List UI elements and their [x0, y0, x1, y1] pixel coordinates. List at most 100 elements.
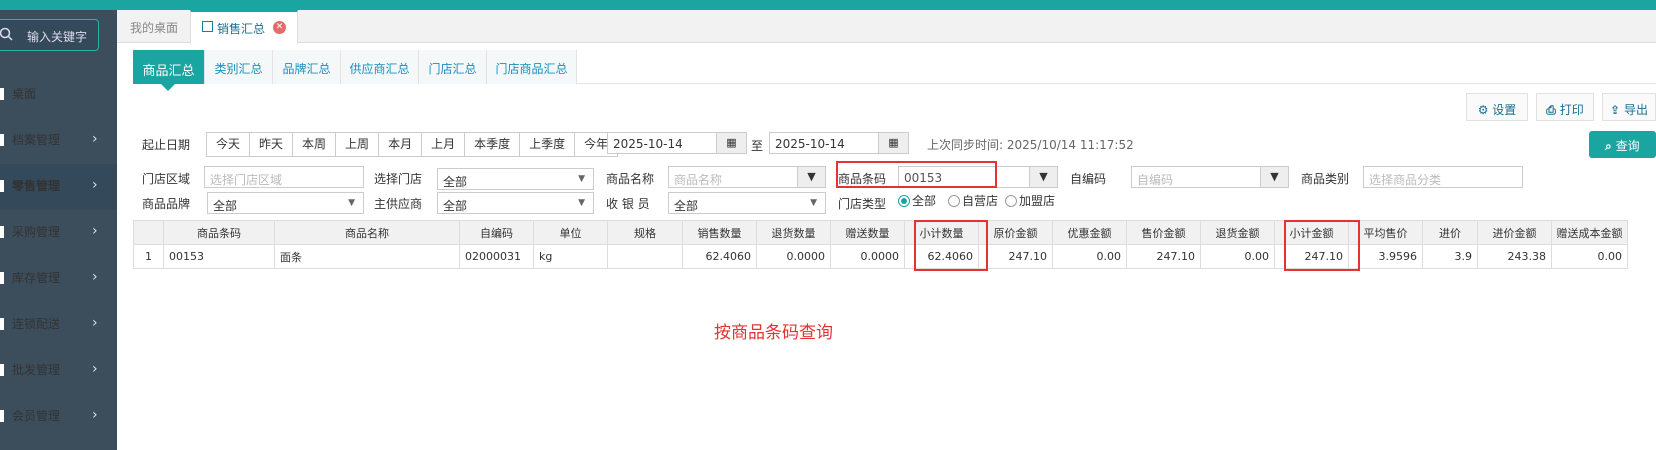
tab-store-product-summary[interactable]: 门店商品汇总: [487, 50, 577, 84]
supplier-label: 主供应商: [374, 197, 423, 211]
cell-return-qty: 0.0000: [756, 244, 831, 269]
table-row[interactable]: 1 00153 面条 02000031 kg 62.4060 0.0000 0.…: [133, 244, 1628, 269]
column-header[interactable]: 退货金额: [1200, 220, 1275, 245]
quick-date-group: 今天 昨天 本周 上周 本月 上月 本季度 上季度 今年: [206, 132, 619, 157]
quick-date-this-week[interactable]: 本周: [293, 133, 337, 156]
category-input[interactable]: 选择商品分类: [1363, 166, 1523, 188]
sidebar-search-input[interactable]: 输入关键字: [0, 19, 99, 51]
table-header-row: 商品条码 商品名称 自编码 单位 规格 销售数量 退货数量 赠送数量 小计数量 …: [133, 220, 1628, 245]
column-header[interactable]: 退货数量: [756, 220, 831, 245]
close-icon[interactable]: ✕: [273, 21, 286, 34]
chevron-right-icon: ›: [92, 361, 98, 377]
tab-product-summary[interactable]: 商品汇总: [133, 50, 205, 91]
cell-original-amount: 247.10: [978, 244, 1053, 269]
column-header[interactable]: 售价金额: [1126, 220, 1201, 245]
column-header[interactable]: 赠送成本金额: [1551, 220, 1628, 245]
filter-icon[interactable]: ▼: [797, 167, 825, 187]
column-header[interactable]: 优惠金额: [1052, 220, 1127, 245]
sidebar-item-wholesale[interactable]: 批发管理 ›: [0, 348, 117, 394]
tab-my-desktop[interactable]: 我的桌面: [117, 10, 190, 43]
store-area-input[interactable]: 选择门店区域: [204, 166, 364, 188]
select-value: 全部: [443, 199, 468, 213]
tab-label: 供应商汇总: [349, 62, 410, 76]
sidebar-item-purchase[interactable]: 采购管理 ›: [0, 210, 117, 256]
item-marker: [0, 410, 4, 422]
column-header[interactable]: 原价金额: [978, 220, 1053, 245]
top-bar: [0, 0, 1656, 10]
sidebar-item-label: 采购管理: [12, 225, 61, 239]
input-placeholder: 自编码: [1137, 173, 1174, 187]
sidebar-item-desktop[interactable]: 桌面: [0, 72, 117, 118]
cell-cost-price: 3.9: [1422, 244, 1478, 269]
sidebar-item-label: 连锁配送: [12, 317, 61, 331]
sales-summary-table: 商品条码 商品名称 自编码 单位 规格 销售数量 退货数量 赠送数量 小计数量 …: [133, 220, 1628, 269]
calendar-icon[interactable]: ▦: [878, 133, 908, 153]
quick-date-today[interactable]: 今天: [207, 133, 251, 156]
filter-icon[interactable]: ▼: [1029, 167, 1057, 187]
tab-supplier-summary[interactable]: 供应商汇总: [341, 50, 419, 84]
tab-label: 品牌汇总: [282, 62, 331, 76]
brand-dropdown[interactable]: 全部 ▼: [207, 192, 364, 214]
column-header[interactable]: 单位: [533, 220, 608, 245]
sidebar-item-label: 会员管理: [12, 409, 61, 423]
print-button[interactable]: ⎙ 打印: [1536, 93, 1594, 121]
sidebar-item-distribution[interactable]: 连锁配送 ›: [0, 302, 117, 348]
quick-date-last-quarter[interactable]: 上季度: [520, 133, 576, 156]
select-store-dropdown[interactable]: 全部 ▼: [437, 168, 594, 190]
column-header[interactable]: 商品名称: [274, 220, 460, 245]
last-sync-time: 上次同步时间: 2025/10/14 11:17:52: [927, 138, 1134, 152]
quick-date-this-month[interactable]: 本月: [379, 133, 423, 156]
store-type-all-radio[interactable]: 全部: [898, 192, 936, 209]
tab-store-summary[interactable]: 门店汇总: [419, 50, 487, 84]
radio-label: 加盟店: [1019, 194, 1056, 208]
sidebar: 输入关键字 桌面 档案管理 › 零售管理 › 采购管理 › 库存管理 › 连锁配…: [0, 10, 117, 450]
supplier-dropdown[interactable]: 全部 ▼: [437, 192, 594, 214]
column-header[interactable]: 进价金额: [1477, 220, 1552, 245]
filter-icon[interactable]: ▼: [1260, 167, 1288, 187]
quick-date-this-quarter[interactable]: 本季度: [465, 133, 521, 156]
store-type-self-radio[interactable]: 自营店: [948, 192, 998, 209]
settings-button[interactable]: ⚙ 设置: [1466, 93, 1528, 121]
product-name-input[interactable]: 商品名称 ▼: [668, 166, 826, 188]
cell-self-code: 02000031: [459, 244, 534, 269]
store-type-franchise-radio[interactable]: 加盟店: [1005, 192, 1055, 209]
query-button[interactable]: ⌕ 查询: [1589, 131, 1656, 158]
quick-date-yesterday[interactable]: 昨天: [250, 133, 294, 156]
sidebar-item-archive[interactable]: 档案管理 ›: [0, 118, 117, 164]
chevron-right-icon: ›: [92, 269, 98, 285]
row-number: 1: [133, 244, 164, 269]
gear-icon: ⚙: [1477, 103, 1489, 117]
self-code-input[interactable]: 自编码 ▼: [1131, 166, 1289, 188]
end-date-input[interactable]: 2025-10-14 ▦: [769, 132, 909, 154]
item-marker: [0, 88, 4, 100]
column-header[interactable]: 销售数量: [682, 220, 757, 245]
sidebar-item-retail[interactable]: 零售管理 ›: [0, 164, 117, 210]
tab-sales-summary[interactable]: 销售汇总 ✕: [190, 10, 298, 44]
button-label: 打印: [1559, 103, 1584, 117]
printer-icon: ⎙: [1546, 103, 1556, 117]
highlight-subtotal-amount-box: [1284, 220, 1360, 271]
column-header: [133, 220, 164, 245]
calendar-icon[interactable]: ▦: [716, 133, 746, 153]
cell-product-name: 面条: [274, 244, 460, 269]
tab-brand-summary[interactable]: 品牌汇总: [273, 50, 341, 84]
tab-category-summary[interactable]: 类别汇总: [205, 50, 273, 84]
product-name-label: 商品名称: [606, 172, 655, 186]
store-area-label: 门店区域: [142, 172, 191, 186]
column-header[interactable]: 赠送数量: [830, 220, 905, 245]
start-date-input[interactable]: 2025-10-14 ▦: [607, 132, 747, 154]
column-header[interactable]: 自编码: [459, 220, 534, 245]
export-button[interactable]: ⇪ 导出: [1602, 93, 1656, 121]
sidebar-item-member[interactable]: 会员管理 ›: [0, 394, 117, 440]
column-header[interactable]: 商品条码: [163, 220, 275, 245]
chevron-right-icon: ›: [92, 223, 98, 239]
quick-date-last-week[interactable]: 上周: [336, 133, 380, 156]
chevron-down-icon: ▼: [348, 198, 355, 208]
column-header[interactable]: 进价: [1422, 220, 1478, 245]
cashier-dropdown[interactable]: 全部 ▼: [668, 192, 826, 214]
column-header[interactable]: 规格: [607, 220, 683, 245]
cashier-label: 收 银 员: [606, 197, 650, 211]
cell-unit: kg: [533, 244, 608, 269]
quick-date-last-month[interactable]: 上月: [422, 133, 466, 156]
sidebar-item-inventory[interactable]: 库存管理 ›: [0, 256, 117, 302]
